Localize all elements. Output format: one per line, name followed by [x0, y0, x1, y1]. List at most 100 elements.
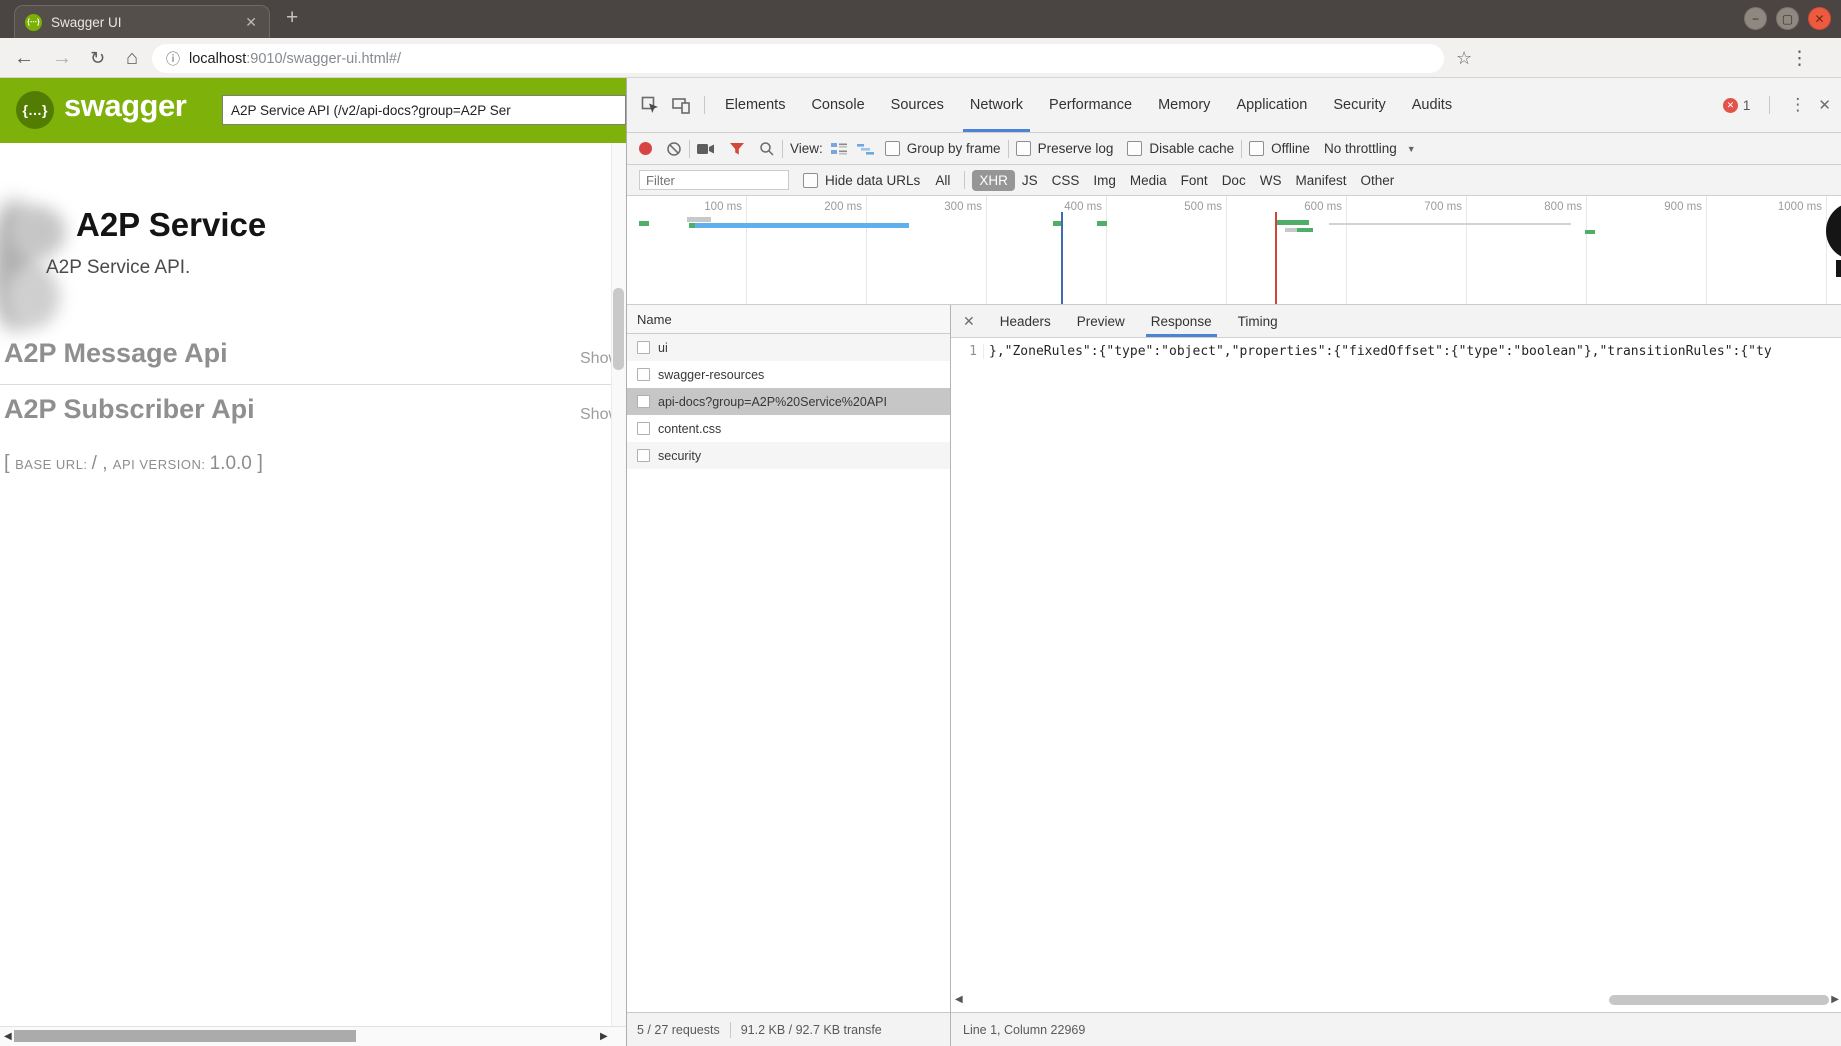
request-row[interactable]: ui [627, 334, 950, 361]
clear-icon[interactable] [666, 141, 682, 157]
response-horizontal-scrollbar[interactable]: ◀ ▶ [951, 992, 1841, 1008]
devtools-close-icon[interactable]: ✕ [1818, 96, 1831, 114]
request-name: swagger-resources [658, 367, 765, 382]
tab-audits[interactable]: Audits [1399, 78, 1465, 132]
filter-type-ws[interactable]: WS [1253, 170, 1289, 191]
page-vertical-scrollbar-thumb[interactable] [613, 288, 624, 370]
detail-close-icon[interactable]: ✕ [951, 313, 987, 330]
close-window-button[interactable]: ✕ [1808, 7, 1831, 30]
file-icon [637, 449, 650, 462]
response-text[interactable]: },"ZoneRules":{"type":"object","properti… [984, 344, 1841, 359]
scroll-left-icon[interactable]: ◀ [4, 1031, 12, 1042]
page-horizontal-scrollbar-thumb[interactable] [14, 1030, 356, 1042]
search-icon[interactable] [759, 141, 775, 157]
forward-icon[interactable]: → [52, 38, 72, 78]
error-count: 1 [1742, 97, 1751, 113]
group-by-frame-checkbox[interactable]: Group by frame [884, 141, 1001, 156]
page-vertical-scrollbar[interactable] [611, 143, 626, 1026]
tab-security[interactable]: Security [1320, 78, 1398, 132]
api-version-value: 1.0.0 [209, 453, 252, 474]
browser-tab[interactable]: {⋯} Swagger UI ✕ [14, 5, 270, 38]
preserve-log-checkbox[interactable]: Preserve log [1015, 141, 1113, 156]
filter-type-xhr[interactable]: XHR [972, 169, 1015, 191]
filter-type-media[interactable]: Media [1123, 170, 1174, 191]
network-waterfall[interactable]: 100 ms 200 ms 300 ms 400 ms 500 ms 600 ms 700 … [627, 196, 1841, 305]
timeline-gridline [746, 196, 747, 304]
network-filter-row: Hide data URLs All XHR JS CSS Img Media … [627, 165, 1841, 196]
waterfall-view-icon[interactable] [856, 142, 875, 156]
tab-performance[interactable]: Performance [1036, 78, 1145, 132]
filter-type-css[interactable]: CSS [1045, 170, 1087, 191]
filter-type-all[interactable]: All [928, 170, 957, 191]
chevron-down-icon[interactable]: ▼ [1407, 144, 1416, 154]
timeline-tick-label: 600 ms [1304, 201, 1342, 213]
filter-type-manifest[interactable]: Manifest [1288, 170, 1353, 191]
record-button[interactable] [639, 142, 652, 155]
timeline-tick-label: 800 ms [1544, 201, 1582, 213]
tab-preview[interactable]: Preview [1064, 305, 1138, 337]
api-url-input[interactable] [222, 95, 626, 125]
requests-list: Name ui swagger-resources api-docs?group… [627, 305, 951, 1046]
scroll-left-icon[interactable]: ◀ [955, 994, 963, 1005]
reload-icon[interactable]: ↻ [90, 38, 105, 78]
throttling-dropdown[interactable]: No throttling [1324, 141, 1397, 156]
section-title-message-api[interactable]: A2P Message Api [4, 338, 228, 369]
devtools-tabbar: Elements Console Sources Network Perform… [627, 78, 1841, 133]
devtools-menu-icon[interactable]: ⋮ [1789, 95, 1806, 115]
offline-checkbox[interactable]: Offline [1249, 141, 1310, 156]
filter-input[interactable] [639, 170, 789, 190]
response-scrollbar-thumb[interactable] [1609, 995, 1829, 1005]
filter-type-doc[interactable]: Doc [1215, 170, 1253, 191]
request-row-selected[interactable]: api-docs?group=A2P%20Service%20API [627, 388, 950, 415]
tab-console[interactable]: Console [798, 78, 877, 132]
back-icon[interactable]: ← [14, 38, 34, 78]
tab-network[interactable]: Network [957, 78, 1036, 132]
scroll-right-icon[interactable]: ▶ [600, 1031, 608, 1042]
bookmark-star-icon[interactable]: ☆ [1456, 38, 1472, 78]
hide-data-urls-checkbox[interactable]: Hide data URLs [803, 172, 920, 188]
tab-elements[interactable]: Elements [712, 78, 798, 132]
request-name: ui [658, 340, 668, 355]
requests-header[interactable]: Name [627, 305, 950, 334]
disable-cache-label: Disable cache [1149, 141, 1235, 156]
section-title-subscriber-api[interactable]: A2P Subscriber Api [4, 394, 255, 425]
browser-titlebar: {⋯} Swagger UI ✕ + − ▢ ✕ [0, 0, 1841, 38]
address-bar[interactable]: ⓘ localhost:9010/swagger-ui.html#/ [152, 44, 1444, 73]
tab-memory[interactable]: Memory [1145, 78, 1223, 132]
waterfall-bar [1585, 230, 1595, 234]
tab-application[interactable]: Application [1223, 78, 1320, 132]
base-url-label: base url: [15, 457, 92, 472]
filter-type-other[interactable]: Other [1353, 170, 1401, 191]
filter-funnel-icon[interactable] [729, 142, 745, 156]
home-icon[interactable]: ⌂ [126, 38, 138, 78]
maximize-button[interactable]: ▢ [1776, 7, 1799, 30]
screenshot-capture-icon[interactable] [697, 143, 715, 155]
filter-type-js[interactable]: JS [1015, 170, 1045, 191]
timeline-gridline [1226, 196, 1227, 304]
minimize-button[interactable]: − [1744, 7, 1767, 30]
tab-close-icon[interactable]: ✕ [243, 14, 259, 31]
tab-headers[interactable]: Headers [987, 305, 1064, 337]
device-toolbar-icon[interactable] [666, 97, 697, 114]
site-info-icon[interactable]: ⓘ [166, 49, 180, 69]
request-row[interactable]: swagger-resources [627, 361, 950, 388]
tab-sources[interactable]: Sources [878, 78, 957, 132]
browser-menu-icon[interactable]: ⋮ [1790, 38, 1809, 78]
tab-response[interactable]: Response [1138, 305, 1225, 337]
new-tab-button[interactable]: + [286, 6, 298, 30]
inspect-element-icon[interactable] [635, 96, 666, 114]
scroll-right-icon[interactable]: ▶ [1831, 994, 1839, 1005]
error-badge[interactable]: ✕ 1 [1722, 97, 1751, 113]
disable-cache-checkbox[interactable]: Disable cache [1127, 141, 1234, 156]
request-row[interactable]: security [627, 442, 950, 469]
request-row[interactable]: content.css [627, 415, 950, 442]
waterfall-bar [687, 217, 711, 222]
filter-type-img[interactable]: Img [1086, 170, 1123, 191]
list-view-icon[interactable] [830, 142, 847, 156]
tab-timing[interactable]: Timing [1225, 305, 1291, 337]
timeline-event-marker [1061, 212, 1063, 304]
checkbox-icon [884, 141, 900, 156]
cursor-position: Line 1, Column 22969 [963, 1022, 1086, 1037]
swagger-logo-icon: {…} [16, 91, 54, 129]
filter-type-font[interactable]: Font [1174, 170, 1215, 191]
